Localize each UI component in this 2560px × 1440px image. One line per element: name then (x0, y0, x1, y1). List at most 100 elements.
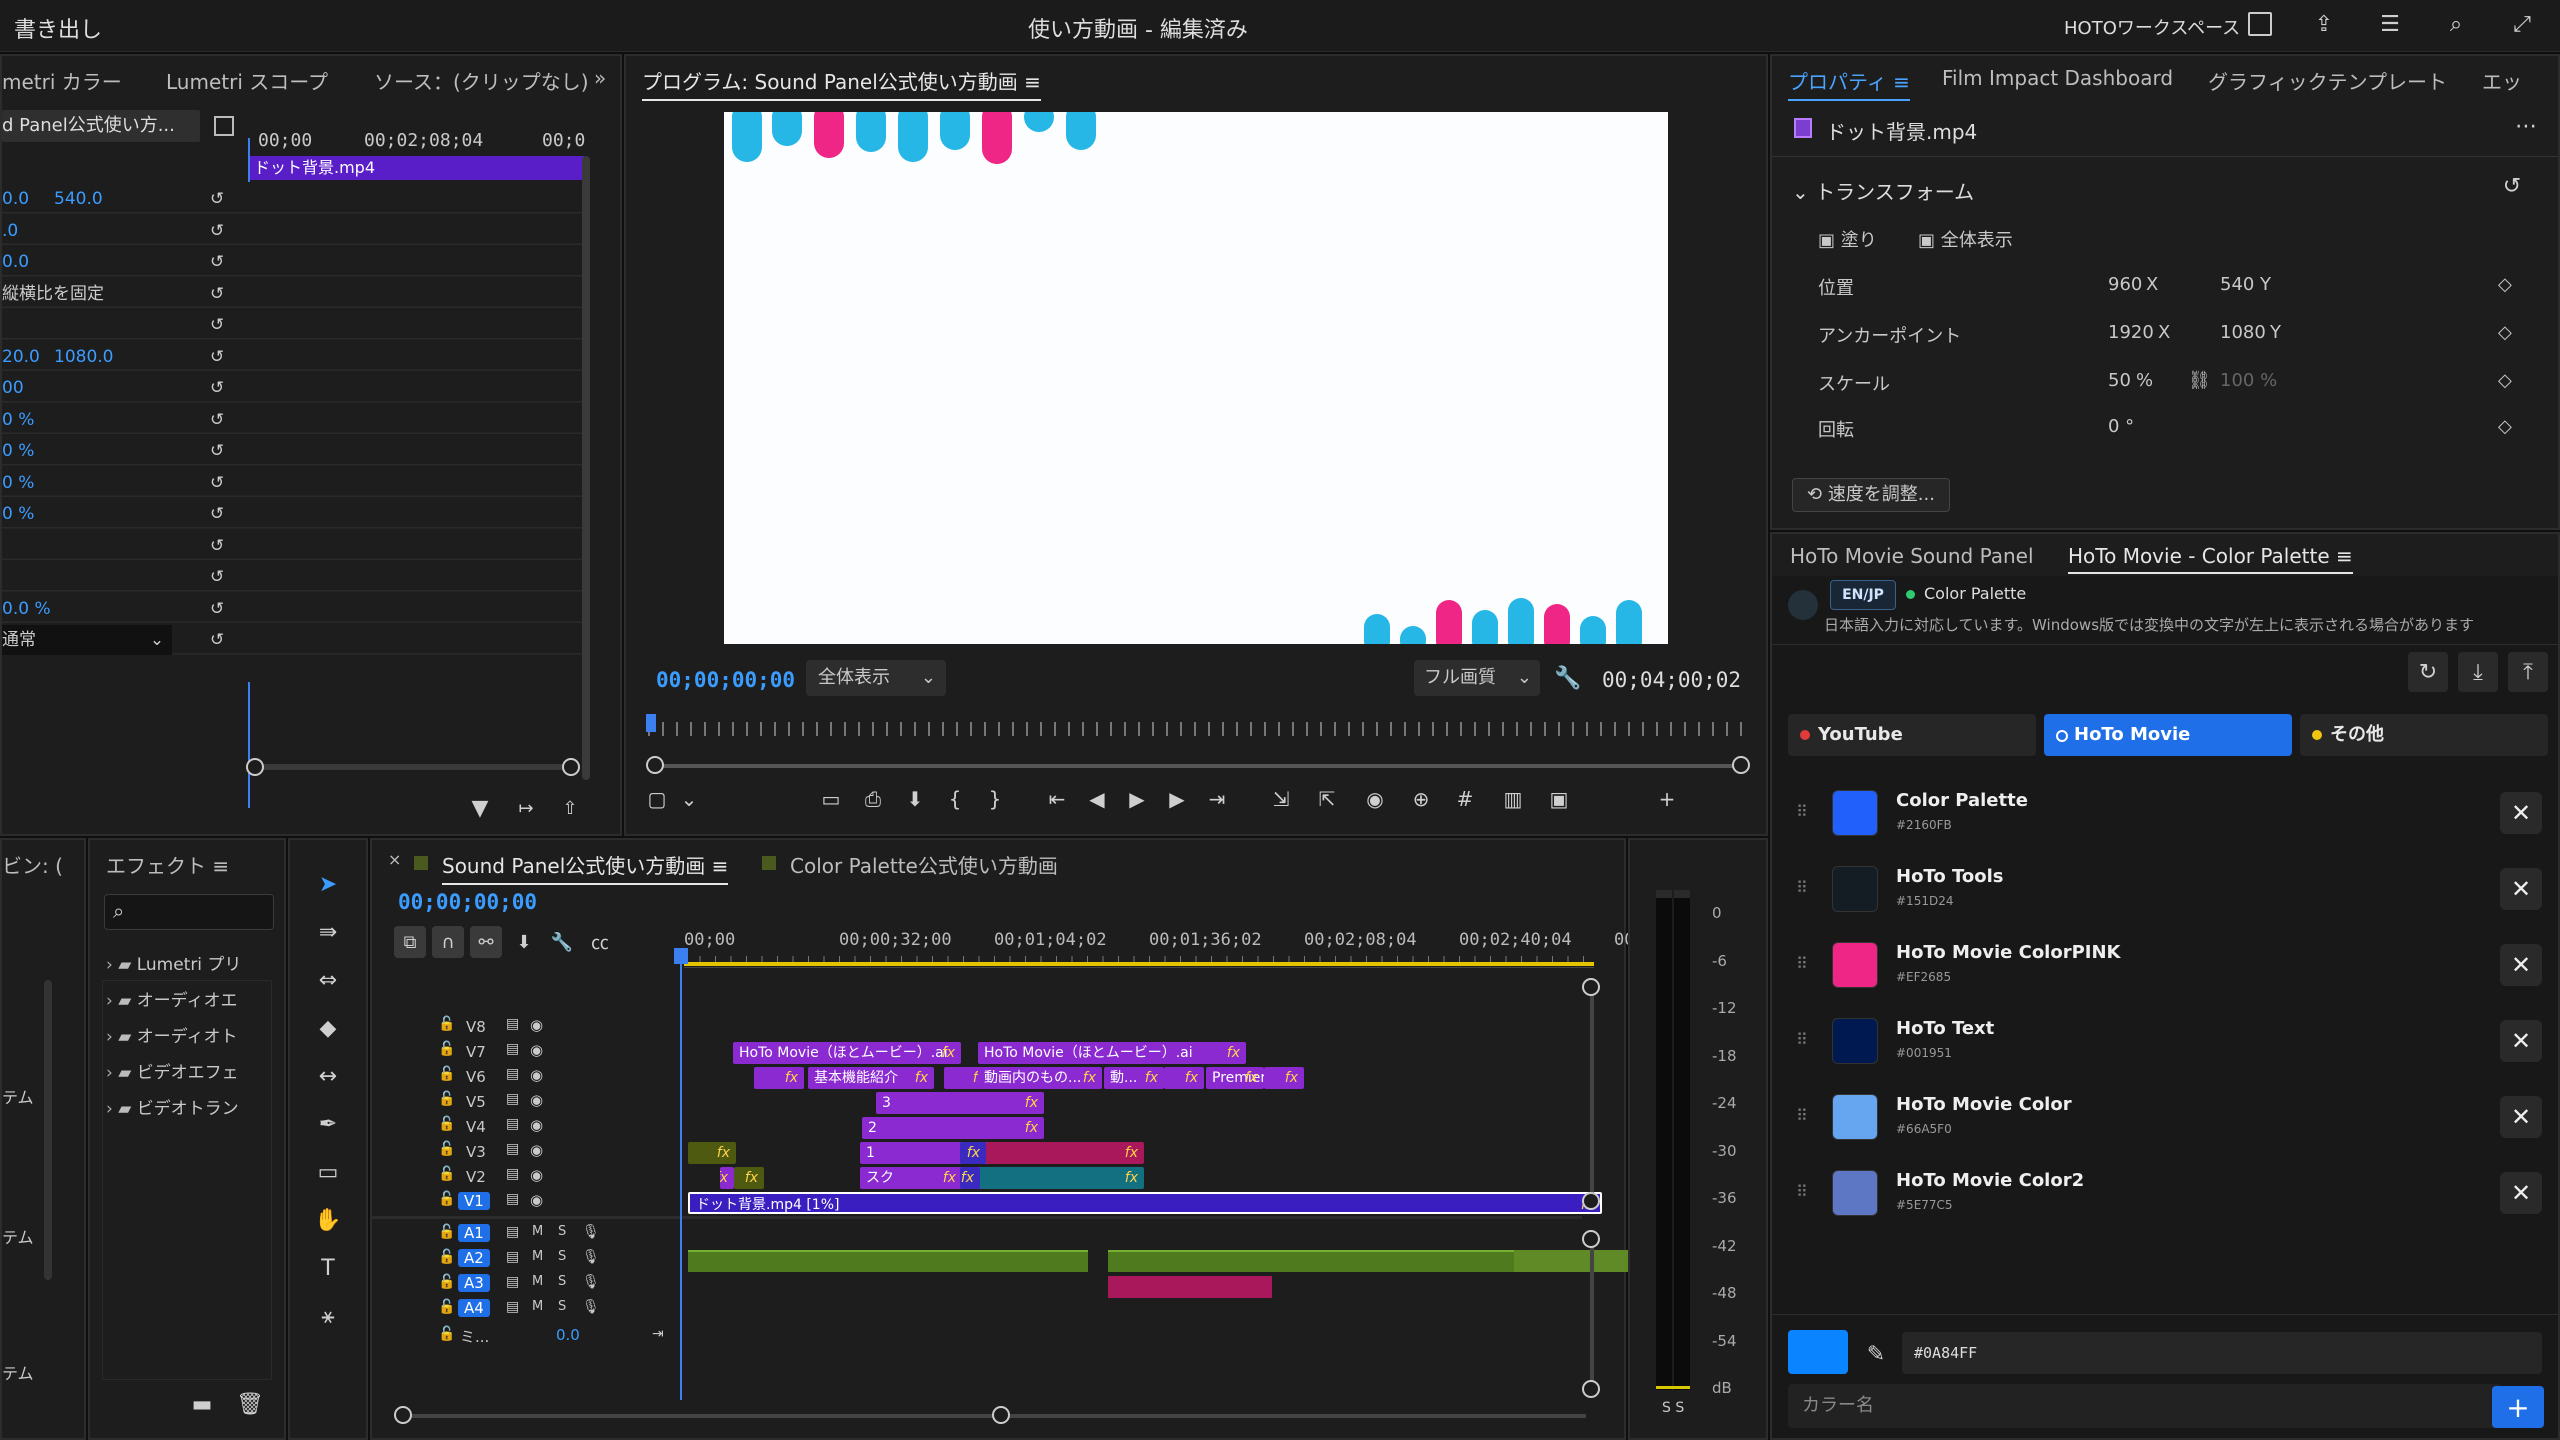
filter-icon[interactable]: ▼ (468, 796, 492, 821)
mic-icon[interactable]: 🎙 (582, 1249, 600, 1265)
sync-icon[interactable]: ▤ (506, 1274, 519, 1290)
audio-scroll[interactable] (1590, 1240, 1594, 1390)
snap-icon[interactable]: ∩ (432, 926, 464, 958)
export-icon[interactable]: ⤒ (2508, 652, 2548, 692)
current-color-swatch[interactable] (1788, 1330, 1848, 1374)
mute-button[interactable]: M (532, 1249, 543, 1264)
more-options-icon[interactable]: ⋯ (2512, 114, 2540, 139)
bin-row[interactable]: テム (2, 1084, 34, 1108)
reset-icon[interactable]: ↺ (210, 594, 224, 624)
hex-input[interactable]: #0A84FF (1902, 1332, 2542, 1374)
keyframe-icon[interactable]: ◇ (2498, 274, 2512, 295)
mic-icon[interactable]: 🎙 (582, 1224, 600, 1240)
reset-icon[interactable]: ↺ (210, 499, 224, 529)
chevron-down-icon[interactable]: ⌄ (144, 625, 170, 655)
reset-icon[interactable]: ↺ (210, 405, 224, 435)
track-select-icon[interactable]: ⇛ (310, 914, 346, 950)
reset-icon[interactable]: ↺ (210, 373, 224, 403)
track-label[interactable]: V3 (466, 1143, 486, 1161)
scroll-handle[interactable] (1582, 1192, 1600, 1210)
go-out-icon[interactable]: ⇥ (1202, 784, 1232, 814)
hand-icon[interactable]: ✋ (310, 1202, 346, 1238)
reset-icon[interactable]: ↺ (210, 310, 224, 340)
compare-icon[interactable]: ▥ (1498, 784, 1528, 814)
reset-icon[interactable]: ↺ (210, 279, 224, 309)
eye-icon[interactable]: ◉ (530, 1116, 543, 1134)
reset-icon[interactable]: ↺ (210, 216, 224, 246)
tab-film-impact[interactable]: Film Impact Dashboard (1942, 66, 2173, 90)
sync-icon[interactable]: ▤ (506, 1091, 519, 1107)
lock-icon[interactable]: 🔓 (438, 1016, 455, 1032)
sync-icon[interactable]: ▤ (506, 1299, 519, 1315)
program-playhead[interactable] (646, 714, 656, 732)
sync-icon[interactable]: ▤ (506, 1041, 519, 1057)
mix-value[interactable]: 0.0 (556, 1326, 580, 1344)
safe-margin-icon[interactable]: ▢ (642, 784, 672, 814)
ec-value[interactable]: 20.0 (2, 342, 40, 372)
ec-timeline-clip[interactable]: ドット背景.mp4 (250, 156, 584, 180)
ec-value[interactable]: 1080.0 (54, 342, 113, 372)
work-area-bar[interactable] (684, 962, 1594, 966)
solo-button[interactable]: S (558, 1224, 566, 1239)
frame-icon[interactable]: ▭ (816, 784, 846, 814)
add-color-button[interactable]: + (2492, 1386, 2544, 1428)
reset-icon[interactable]: ↺ (210, 436, 224, 466)
captions-icon[interactable]: ㏄ (584, 926, 616, 958)
fullscreen-icon[interactable]: ⤢ (2508, 10, 2536, 38)
solo-button[interactable]: S (558, 1299, 566, 1314)
eye-icon[interactable]: ◉ (530, 1066, 543, 1084)
tab-color-palette[interactable]: HoTo Movie - Color Palette ≡ (2068, 544, 2353, 574)
bin-row[interactable]: テム (2, 1224, 34, 1248)
ec-value[interactable]: 0.0 (2, 247, 29, 277)
audio-clip[interactable] (688, 1250, 1088, 1272)
rectangle-icon[interactable]: ▭ (310, 1154, 346, 1190)
track-label[interactable]: V1 (458, 1192, 490, 1210)
track-label[interactable]: A1 (458, 1224, 490, 1242)
anchor-x-value[interactable]: 1920 (2108, 322, 2154, 343)
share-icon[interactable]: ⇪ (2310, 10, 2338, 38)
bin-scrollbar[interactable] (44, 980, 52, 1280)
remix-icon[interactable]: ⚹ (310, 1298, 346, 1334)
slip-icon[interactable]: ↔ (310, 1058, 346, 1094)
menu-icon[interactable]: ☰ (2376, 10, 2404, 38)
step-forward-icon[interactable]: ▶ (1162, 784, 1192, 814)
camera-icon[interactable]: ◉ (1360, 784, 1390, 814)
mute-button[interactable]: M (532, 1299, 543, 1314)
more-tabs-icon[interactable]: » (594, 66, 606, 90)
ec-value[interactable]: 0.0 (2, 184, 29, 214)
drag-handle-icon[interactable]: ⠿ (1796, 954, 1808, 973)
timeline-clip[interactable]: 2 fx (862, 1117, 1044, 1139)
drag-handle-icon[interactable]: ⠿ (1796, 802, 1808, 821)
reset-icon[interactable]: ↺ (210, 184, 224, 214)
solo-button[interactable]: S (558, 1274, 566, 1289)
quality-dropdown[interactable]: フル画質 ⌄ (1414, 660, 1540, 696)
sync-icon[interactable]: ▤ (506, 1141, 519, 1157)
link-icon[interactable]: ⛓ (2188, 370, 2211, 391)
overwrite-icon[interactable]: ⇱ (1312, 784, 1342, 814)
timeline-clip[interactable]: fx (720, 1167, 734, 1189)
program-zoom-right[interactable] (1732, 756, 1750, 774)
track-label[interactable]: A3 (458, 1274, 490, 1292)
add-button-icon[interactable]: + (1652, 784, 1682, 814)
palette-item[interactable]: ⠿ HoTo Movie Color #66A5F0 ✕ (1788, 1084, 2548, 1150)
chevron-down-icon[interactable]: ⌄ (674, 784, 704, 814)
drag-handle-icon[interactable]: ⠿ (1796, 878, 1808, 897)
reset-icon[interactable]: ↺ (2498, 174, 2526, 199)
ec-value[interactable]: 00 (2, 373, 24, 403)
ec-value[interactable]: 0 % (2, 405, 34, 435)
reset-icon[interactable]: ↺ (210, 247, 224, 277)
tab-sequence-palette[interactable]: Color Palette公式使い方動画 (790, 850, 1058, 879)
scale-value[interactable]: 50 (2108, 370, 2131, 391)
grid-icon[interactable]: # (1450, 784, 1480, 814)
sync-icon[interactable]: ▤ (506, 1016, 519, 1032)
language-toggle[interactable]: EN/JP (1830, 580, 1896, 610)
eye-icon[interactable]: ◉ (530, 1091, 543, 1109)
tab-more[interactable]: エッ (2482, 66, 2522, 95)
in-point-icon[interactable]: { (940, 784, 970, 814)
color-swatch[interactable] (1832, 790, 1878, 836)
delete-color-button[interactable]: ✕ (2500, 1172, 2542, 1214)
ec-value[interactable]: 0 % (2, 436, 34, 466)
track-label[interactable]: V4 (466, 1118, 486, 1136)
fit-dropdown[interactable]: 全体表示 ⌄ (806, 660, 946, 696)
fill-toggle[interactable]: ▣ 塗り (1818, 226, 1877, 252)
